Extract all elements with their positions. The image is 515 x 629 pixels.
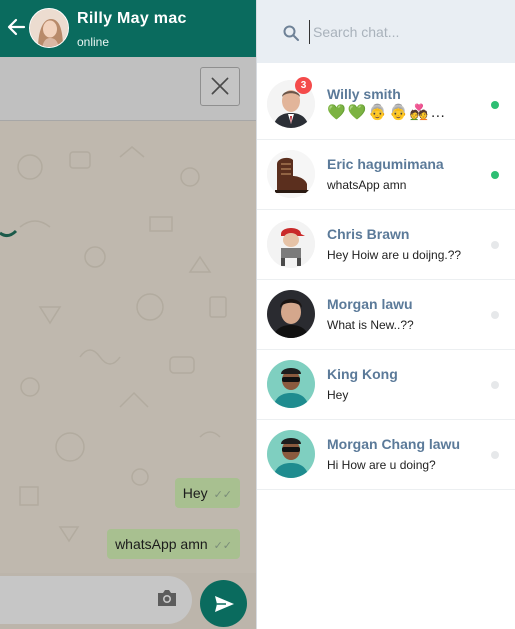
search-chat-input[interactable] — [309, 20, 509, 44]
send-button[interactable] — [200, 580, 247, 627]
chat-avatar — [267, 220, 315, 268]
message-area: Hey ✓✓ whatsApp amn ✓✓ — [0, 57, 256, 573]
chat-window: Rilly May mac online Hey ✓✓ whatsApp amn… — [0, 0, 256, 629]
contact-avatar[interactable] — [29, 8, 69, 48]
chat-list-drawer: 3 Willy smith 💚💚👵👵💑… Eric hagumimana wha… — [256, 0, 515, 629]
chat-list-item[interactable]: King Kong Hey — [257, 350, 515, 420]
chat-preview: whatsApp amn — [327, 178, 407, 192]
compose-bar — [0, 573, 256, 629]
camera-icon[interactable] — [156, 589, 178, 607]
chat-name: Chris Brawn — [327, 226, 410, 242]
chat-preview: What is New..?? — [327, 318, 414, 332]
chat-name: Eric hagumimana — [327, 156, 444, 172]
chat-search-strip — [0, 57, 256, 121]
unread-count-badge: 3 — [295, 77, 312, 94]
chat-name: King Kong — [327, 366, 398, 382]
drawer-search-bar — [257, 0, 515, 63]
chat-preview: Hi How are u doing? — [327, 458, 436, 472]
arrow-left-icon[interactable] — [5, 16, 27, 38]
chat-avatar — [267, 290, 315, 338]
chat-avatar — [267, 150, 315, 198]
chat-list-item[interactable]: Morgan Chang lawu Hi How are u doing? — [257, 420, 515, 490]
chat-list-item[interactable]: Morgan lawu What is New..?? — [257, 280, 515, 350]
chat-name: Morgan Chang lawu — [327, 436, 460, 452]
chat-preview: Hey Hoiw are u doijng.?? — [327, 248, 462, 262]
chat-header: Rilly May mac online — [0, 0, 256, 57]
chat-list-item[interactable]: Chris Brawn Hey Hoiw are u doijng.?? — [257, 210, 515, 280]
online-status-dot — [491, 171, 499, 179]
online-status-dot — [491, 451, 499, 459]
chat-list-item[interactable]: 3 Willy smith 💚💚👵👵💑… — [257, 70, 515, 140]
close-search-button[interactable] — [200, 67, 240, 106]
message-text: whatsApp amn — [115, 536, 208, 552]
online-status-dot — [491, 241, 499, 249]
contact-status: online — [77, 35, 110, 49]
online-status-dot — [491, 101, 499, 109]
send-icon — [215, 596, 234, 612]
chat-preview: 💚💚👵👵💑… — [327, 104, 448, 121]
chat-preview: Hey — [327, 388, 349, 402]
close-icon — [211, 77, 229, 95]
chat-list: 3 Willy smith 💚💚👵👵💑… Eric hagumimana wha… — [257, 70, 515, 490]
online-status-dot — [491, 381, 499, 389]
chat-name: Willy smith — [327, 86, 401, 102]
chat-list-item[interactable]: Eric hagumimana whatsApp amn — [257, 140, 515, 210]
message-text: Hey — [182, 485, 208, 501]
chat-avatar — [267, 360, 315, 408]
search-icon — [283, 25, 299, 41]
contact-name: Rilly May mac — [77, 10, 187, 27]
outgoing-message[interactable]: Hey ✓✓ — [174, 478, 240, 508]
outgoing-message[interactable]: whatsApp amn ✓✓ — [107, 529, 240, 559]
online-status-dot — [491, 311, 499, 319]
read-receipt-icon: ✓✓ — [213, 489, 232, 501]
chat-name: Morgan lawu — [327, 296, 413, 312]
read-receipt-icon: ✓✓ — [213, 540, 232, 552]
chat-avatar — [267, 430, 315, 478]
